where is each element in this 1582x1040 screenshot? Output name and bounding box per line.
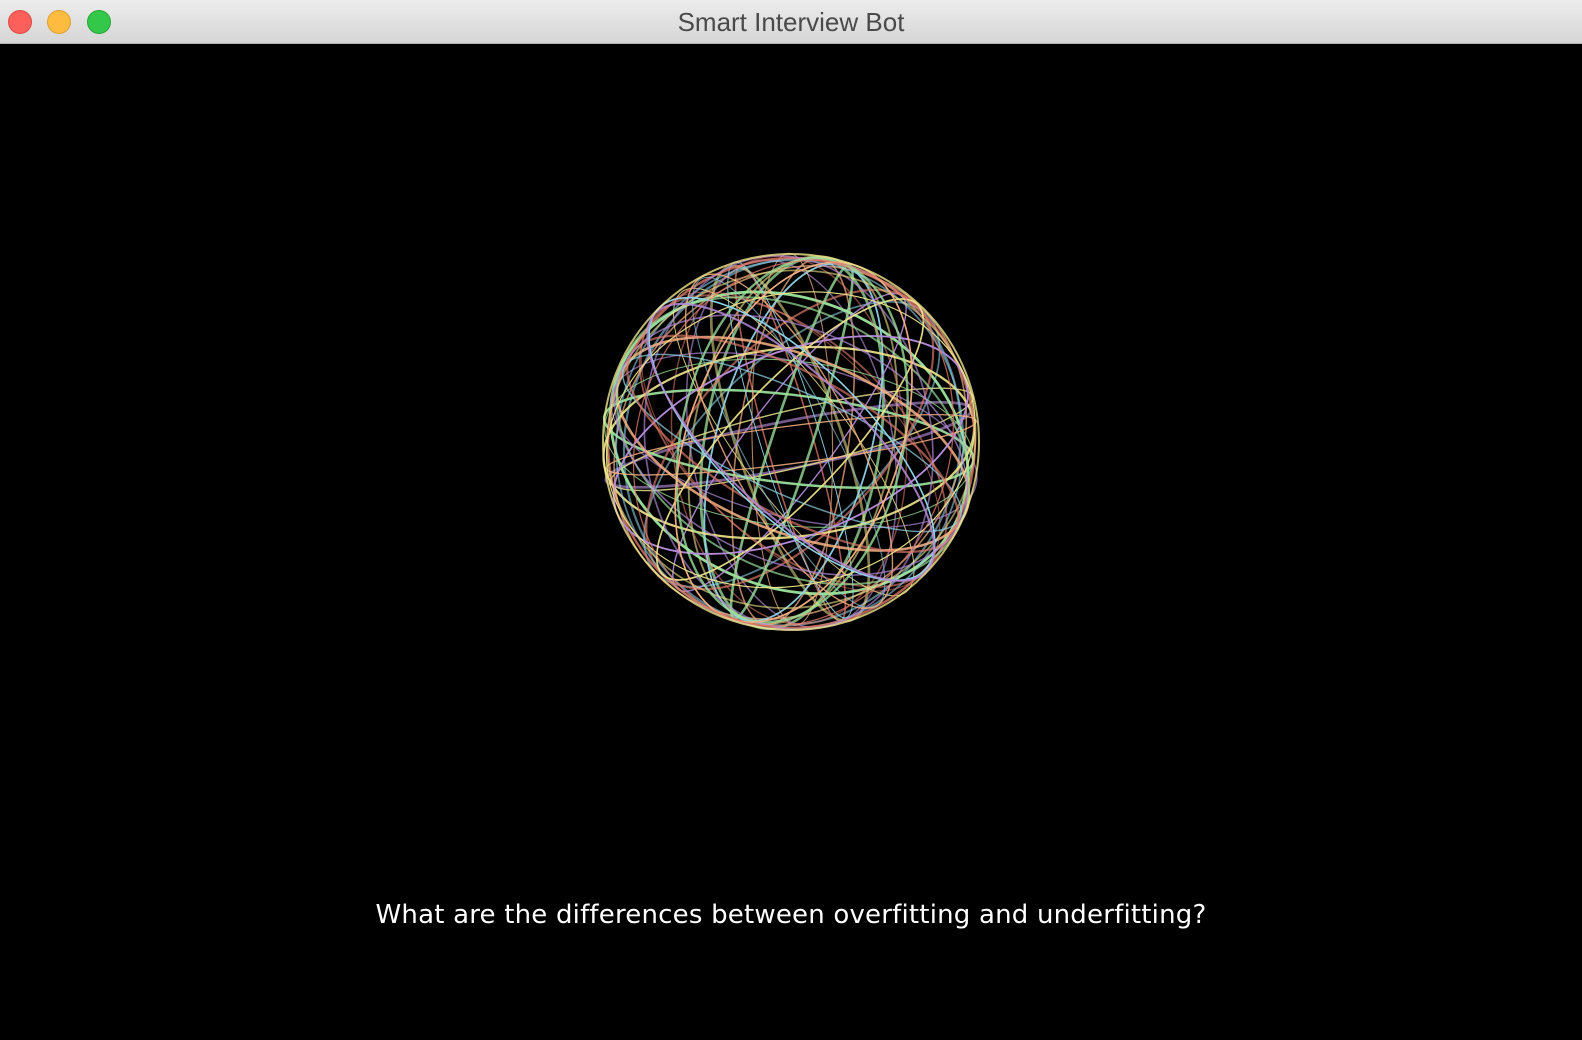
orb-ring xyxy=(613,265,968,620)
window-title: Smart Interview Bot xyxy=(677,7,905,37)
app-window: Smart Interview Bot What are the differe… xyxy=(0,0,1582,1040)
orb-ring xyxy=(605,413,977,476)
orb-ring xyxy=(640,291,941,592)
orb-ring xyxy=(609,290,970,596)
orb-ring xyxy=(615,296,971,586)
wireframe-sphere-icon xyxy=(602,252,980,631)
orb-ring xyxy=(638,294,948,588)
orb-ring xyxy=(632,259,955,627)
orb-ring xyxy=(626,334,960,554)
main-content: What are the differences between overfit… xyxy=(0,44,1582,1040)
title-bar[interactable]: Smart Interview Bot xyxy=(0,0,1582,44)
interview-question: What are the differences between overfit… xyxy=(375,900,1207,930)
orb-ring xyxy=(622,257,962,627)
orb-ring xyxy=(606,256,977,630)
